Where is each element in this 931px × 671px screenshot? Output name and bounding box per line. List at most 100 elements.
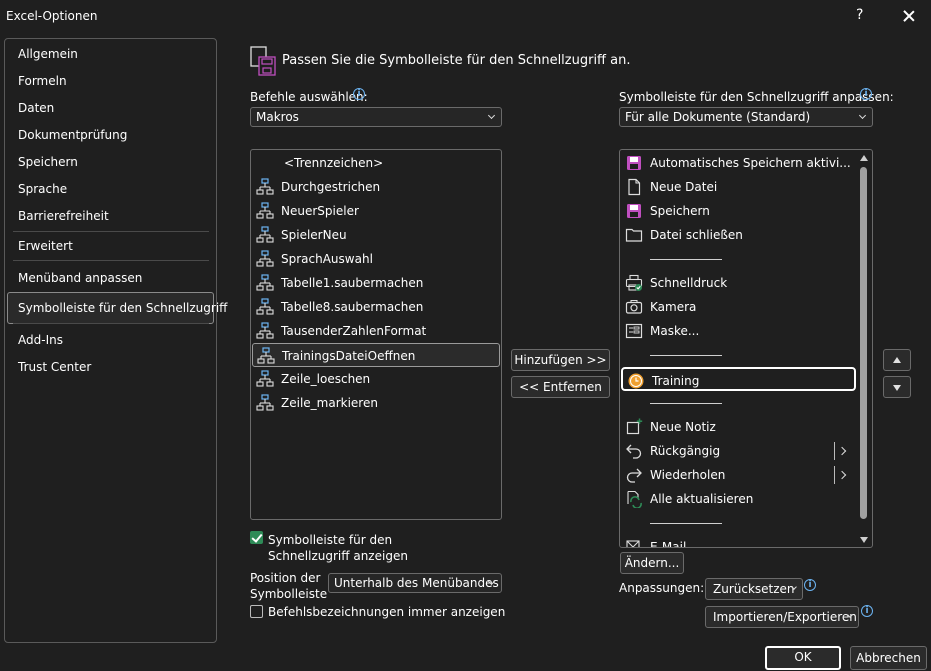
list-item-label: SprachAuswahl <box>281 252 373 266</box>
submenu-chevron-icon[interactable] <box>834 442 848 460</box>
list-item[interactable]: <Trennzeichen> <box>252 151 500 175</box>
remove-button[interactable]: << Entfernen <box>511 376 610 398</box>
cancel-button[interactable]: Abbrechen <box>850 646 927 670</box>
macro-icon <box>256 298 274 316</box>
list-item[interactable]: Schnelldruck <box>621 271 856 295</box>
list-item-label: Durchgestrichen <box>281 180 381 194</box>
list-item[interactable]: Zeile_loeschen <box>252 367 500 391</box>
import-export-dropdown[interactable]: Importieren/Exportieren <box>705 606 859 628</box>
toolbar-position-select[interactable]: Unterhalb des Menübandes <box>328 573 502 593</box>
info-icon[interactable]: i <box>804 579 816 591</box>
separator-item[interactable] <box>621 511 856 535</box>
list-item[interactable]: Alle aktualisieren <box>621 487 856 511</box>
macro-icon <box>256 322 274 340</box>
list-item[interactable]: Speichern <box>621 199 856 223</box>
move-up-button[interactable] <box>883 349 911 371</box>
form-icon <box>625 322 643 340</box>
list-item[interactable]: Tabelle1.saubermachen <box>252 271 500 295</box>
nav-item-dokumentpruefung[interactable]: Dokumentprüfung <box>18 128 127 142</box>
macro-icon <box>256 370 274 388</box>
list-item-label: Neue Notiz <box>650 420 716 434</box>
list-item[interactable]: Tabelle8.saubermachen <box>252 295 500 319</box>
list-item[interactable]: E-Mail <box>621 535 856 547</box>
list-item-label: Rückgängig <box>650 444 721 458</box>
list-item-label: <Trennzeichen> <box>284 156 384 170</box>
info-icon[interactable]: i <box>353 88 365 100</box>
list-item[interactable]: Training <box>621 367 856 391</box>
show-qat-checkbox[interactable] <box>250 531 263 544</box>
nav-item-trust-center[interactable]: Trust Center <box>18 360 91 374</box>
window-title: Excel-Optionen <box>6 9 98 23</box>
list-item[interactable]: TrainingsDateiOeffnen <box>252 343 500 367</box>
list-item[interactable]: SprachAuswahl <box>252 247 500 271</box>
separator-line <box>650 259 722 260</box>
nav-item-schnellzugriff[interactable]: Symbolleiste für den Schnellzugriff <box>18 301 227 315</box>
list-item-label: Tabelle8.saubermachen <box>281 300 424 314</box>
add-button[interactable]: Hinzufügen >> <box>511 349 610 371</box>
nav-item-formeln[interactable]: Formeln <box>18 74 67 88</box>
choose-commands-select[interactable]: Makros <box>250 107 502 127</box>
list-item[interactable]: Kamera <box>621 295 856 319</box>
customize-scope-value: Für alle Dokumente (Standard) <box>625 110 811 124</box>
close-icon[interactable] <box>899 6 919 26</box>
ok-button[interactable]: OK <box>765 646 841 670</box>
scroll-down-icon[interactable] <box>860 537 868 543</box>
nav-item-menueband[interactable]: Menüband anpassen <box>18 271 142 285</box>
customize-scope-select[interactable]: Für alle Dokumente (Standard) <box>619 107 873 127</box>
ok-button-label: OK <box>794 650 812 664</box>
macro-icon <box>256 202 274 220</box>
list-item[interactable]: SpielerNeu <box>252 223 500 247</box>
import-export-label: Importieren/Exportieren <box>713 610 857 624</box>
info-icon[interactable]: i <box>860 88 872 100</box>
list-item-label: Zeile_loeschen <box>281 372 371 386</box>
list-item[interactable]: Zeile_markieren <box>252 391 500 415</box>
reset-dropdown[interactable]: Zurücksetzen <box>705 578 803 600</box>
list-item[interactable]: Neue Datei <box>621 175 856 199</box>
list-item-label: Maske... <box>650 324 700 338</box>
nav-item-add-ins[interactable]: Add-Ins <box>18 333 63 347</box>
scrollbar-thumb[interactable] <box>860 167 867 519</box>
always-show-labels-checkbox[interactable] <box>250 605 263 618</box>
choose-commands-label: Befehle auswählen: <box>250 90 368 104</box>
toolbar-position-label: Position der Symbolleiste <box>250 571 328 601</box>
info-icon[interactable]: i <box>861 605 873 617</box>
move-down-button[interactable] <box>883 376 911 398</box>
vertical-scrollbar[interactable] <box>857 151 871 547</box>
list-item-label: NeuerSpieler <box>281 204 359 218</box>
customize-toolbar-label: Symbolleiste für den Schnellzugriff anpa… <box>619 90 894 104</box>
list-item[interactable]: Rückgängig <box>621 439 856 463</box>
nav-item-speichern[interactable]: Speichern <box>18 155 78 169</box>
list-item-label: Speichern <box>650 204 710 218</box>
list-item[interactable]: Neue Notiz <box>621 415 856 439</box>
show-qat-label: Symbolleiste für den Schnellzugriff anze… <box>268 533 408 563</box>
macro-icon <box>256 274 274 292</box>
list-item[interactable]: Durchgestrichen <box>252 175 500 199</box>
list-item-label: Wiederholen <box>650 468 726 482</box>
separator-item[interactable] <box>621 391 856 415</box>
nav-item-barrierefreiheit[interactable]: Barrierefreiheit <box>18 209 109 223</box>
list-item[interactable]: Datei schließen <box>621 223 856 247</box>
separator-item[interactable] <box>621 247 856 271</box>
nav-item-allgemein[interactable]: Allgemein <box>18 47 78 61</box>
submenu-chevron-icon[interactable] <box>834 466 848 484</box>
available-commands-list[interactable]: <Trennzeichen> Durchgestrichen NeuerSpiele… <box>250 149 502 520</box>
list-item[interactable]: Maske... <box>621 319 856 343</box>
refresh-all-icon <box>625 490 643 509</box>
options-nav: Allgemein Formeln Daten Dokumentprüfung … <box>4 38 227 643</box>
toolbar-commands-list[interactable]: Automatisches Speichern aktivi... Neue Da… <box>619 149 873 548</box>
list-item[interactable]: Automatisches Speichern aktivi... <box>621 151 856 175</box>
nav-item-sprache[interactable]: Sprache <box>18 182 67 196</box>
list-item-label: Neue Datei <box>650 180 718 194</box>
nav-item-daten[interactable]: Daten <box>18 101 54 115</box>
page-heading: Passen Sie die Symbolleiste für den Schn… <box>282 53 631 68</box>
list-item[interactable]: NeuerSpieler <box>252 199 500 223</box>
separator-item[interactable] <box>621 343 856 367</box>
redo-icon <box>625 466 643 484</box>
scroll-up-icon[interactable] <box>860 155 868 161</box>
help-button[interactable]: ? <box>856 7 863 23</box>
chevron-down-icon <box>858 111 867 120</box>
list-item[interactable]: Wiederholen <box>621 463 856 487</box>
nav-item-erweitert[interactable]: Erweitert <box>18 239 73 253</box>
list-item[interactable]: TausenderZahlenFormat <box>252 319 500 343</box>
modify-button[interactable]: Ändern... <box>620 552 684 574</box>
